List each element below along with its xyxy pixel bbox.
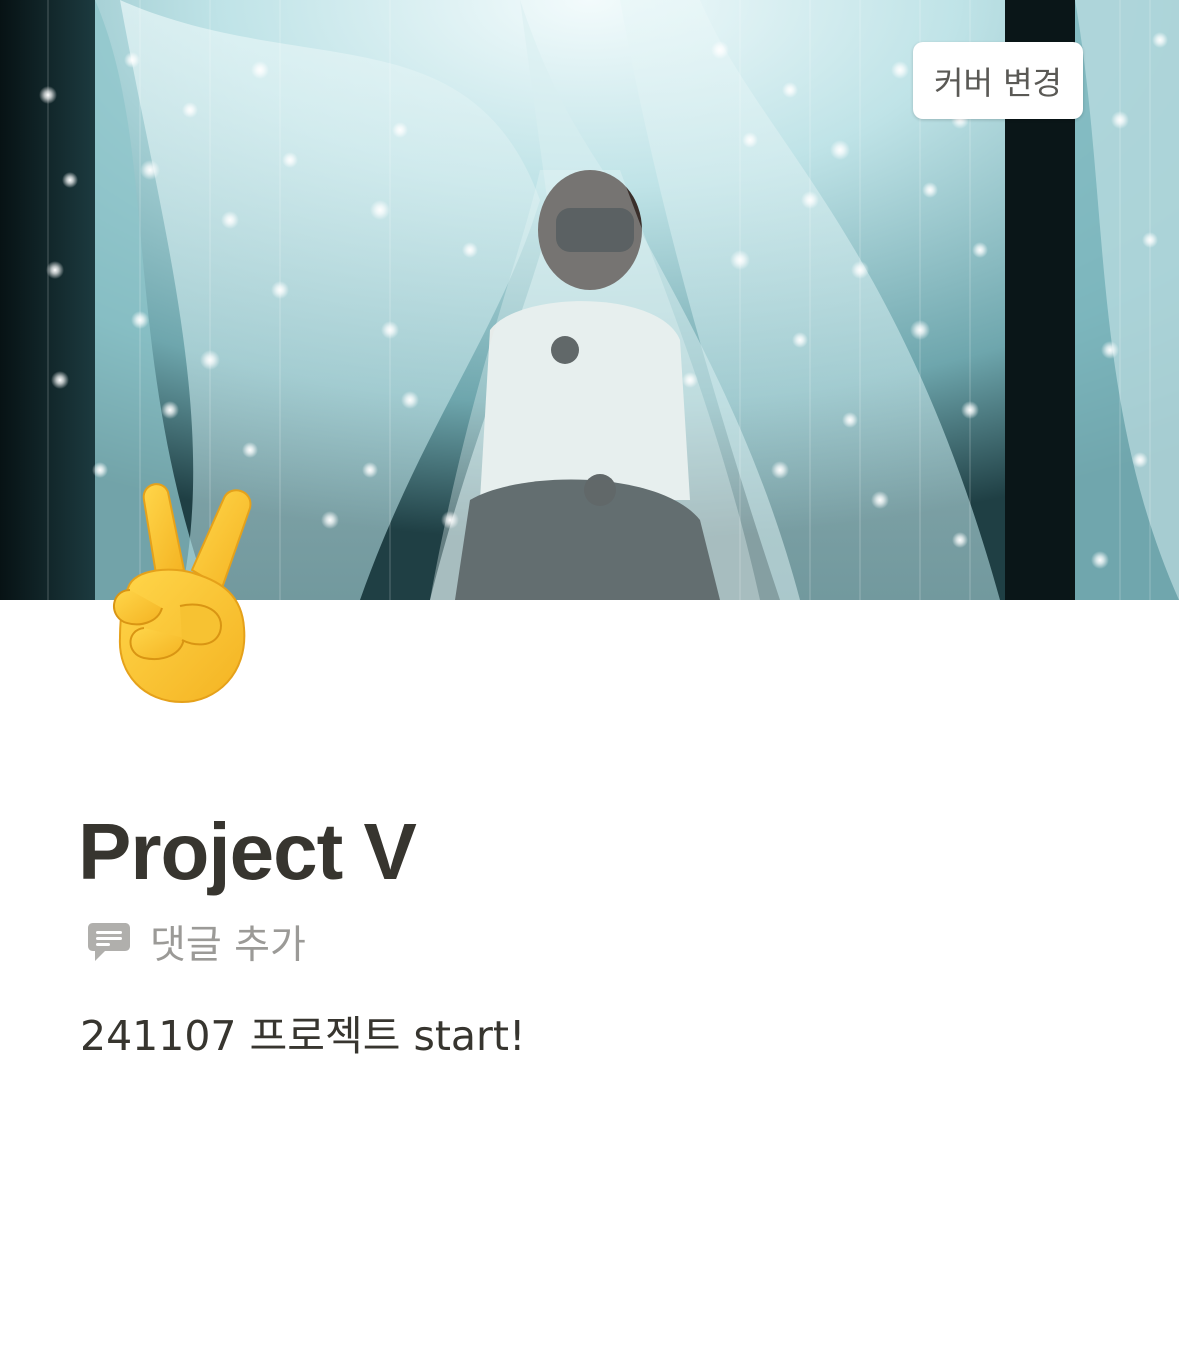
add-comment-label: 댓글 추가 (150, 923, 306, 968)
change-cover-button[interactable]: 커버 변경 (913, 42, 1083, 119)
add-comment-button[interactable]: 댓글 추가 (86, 912, 306, 972)
victory-hand-icon[interactable] (104, 478, 264, 710)
page-title[interactable]: Project V (78, 802, 417, 902)
comment-icon (86, 919, 132, 965)
notion-page: 커버 변경 Project V 댓글 추가 241107 프로젝트 start! (0, 0, 1179, 1354)
body-text-block[interactable]: 241107 프로젝트 start! (80, 1006, 525, 1066)
